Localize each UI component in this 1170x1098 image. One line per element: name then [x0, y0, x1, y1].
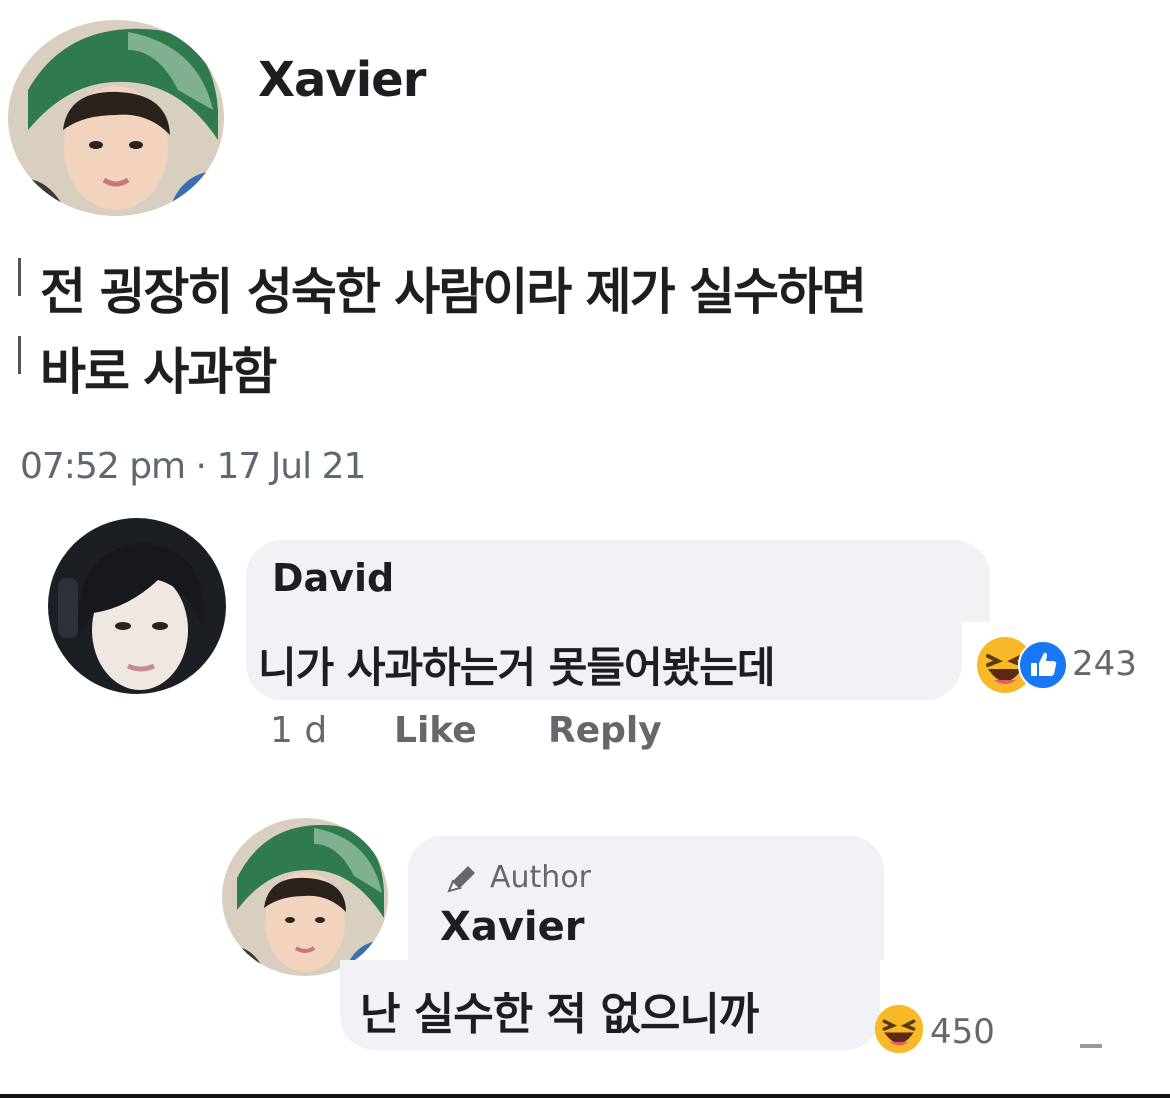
reply-author-avatar[interactable]	[222, 818, 388, 976]
pencil-icon	[444, 862, 480, 896]
haha-icon	[874, 1004, 924, 1054]
comment-actions-1: 1 d Like Reply	[270, 710, 970, 754]
commenter-avatar-david[interactable]	[48, 518, 226, 694]
reply-author-name[interactable]: Xavier	[440, 904, 584, 950]
reaction-summary-2[interactable]: 450	[872, 1000, 1012, 1060]
post-text-line-2: 바로 사과함	[40, 343, 277, 401]
like-button[interactable]: Like	[394, 710, 477, 751]
quote-bar-top	[18, 258, 21, 296]
comment-time-1[interactable]: 1 d	[270, 710, 327, 751]
reply-text: 난 실수한 적 없으니까	[360, 989, 759, 1040]
post-text-line-1: 전 굉장히 성숙한 사람이라 제가 실수하면	[40, 263, 867, 321]
post-author-avatar[interactable]	[8, 20, 224, 216]
post-author-name[interactable]: Xavier	[258, 52, 426, 108]
comment-text-david: 니가 사과하는거 못들어봤는데	[258, 643, 776, 692]
reply-button[interactable]: Reply	[548, 710, 662, 751]
post-text: 전 굉장히 성숙한 사람이라 제가 실수하면 바로 사과함	[40, 252, 1160, 412]
author-badge-label: Author	[490, 860, 592, 895]
bottom-divider	[0, 1094, 1170, 1098]
scroll-fragment	[1080, 1044, 1102, 1048]
reaction-count-1: 243	[1072, 644, 1137, 684]
quote-bar-bottom	[18, 336, 21, 374]
post-timestamp[interactable]: 07:52 pm · 17 Jul 21	[20, 446, 366, 487]
reaction-summary-1[interactable]: 243	[972, 630, 1162, 700]
like-icon	[1018, 640, 1068, 690]
reaction-count-2: 450	[930, 1012, 995, 1052]
comment-author-david[interactable]: David	[272, 556, 394, 600]
